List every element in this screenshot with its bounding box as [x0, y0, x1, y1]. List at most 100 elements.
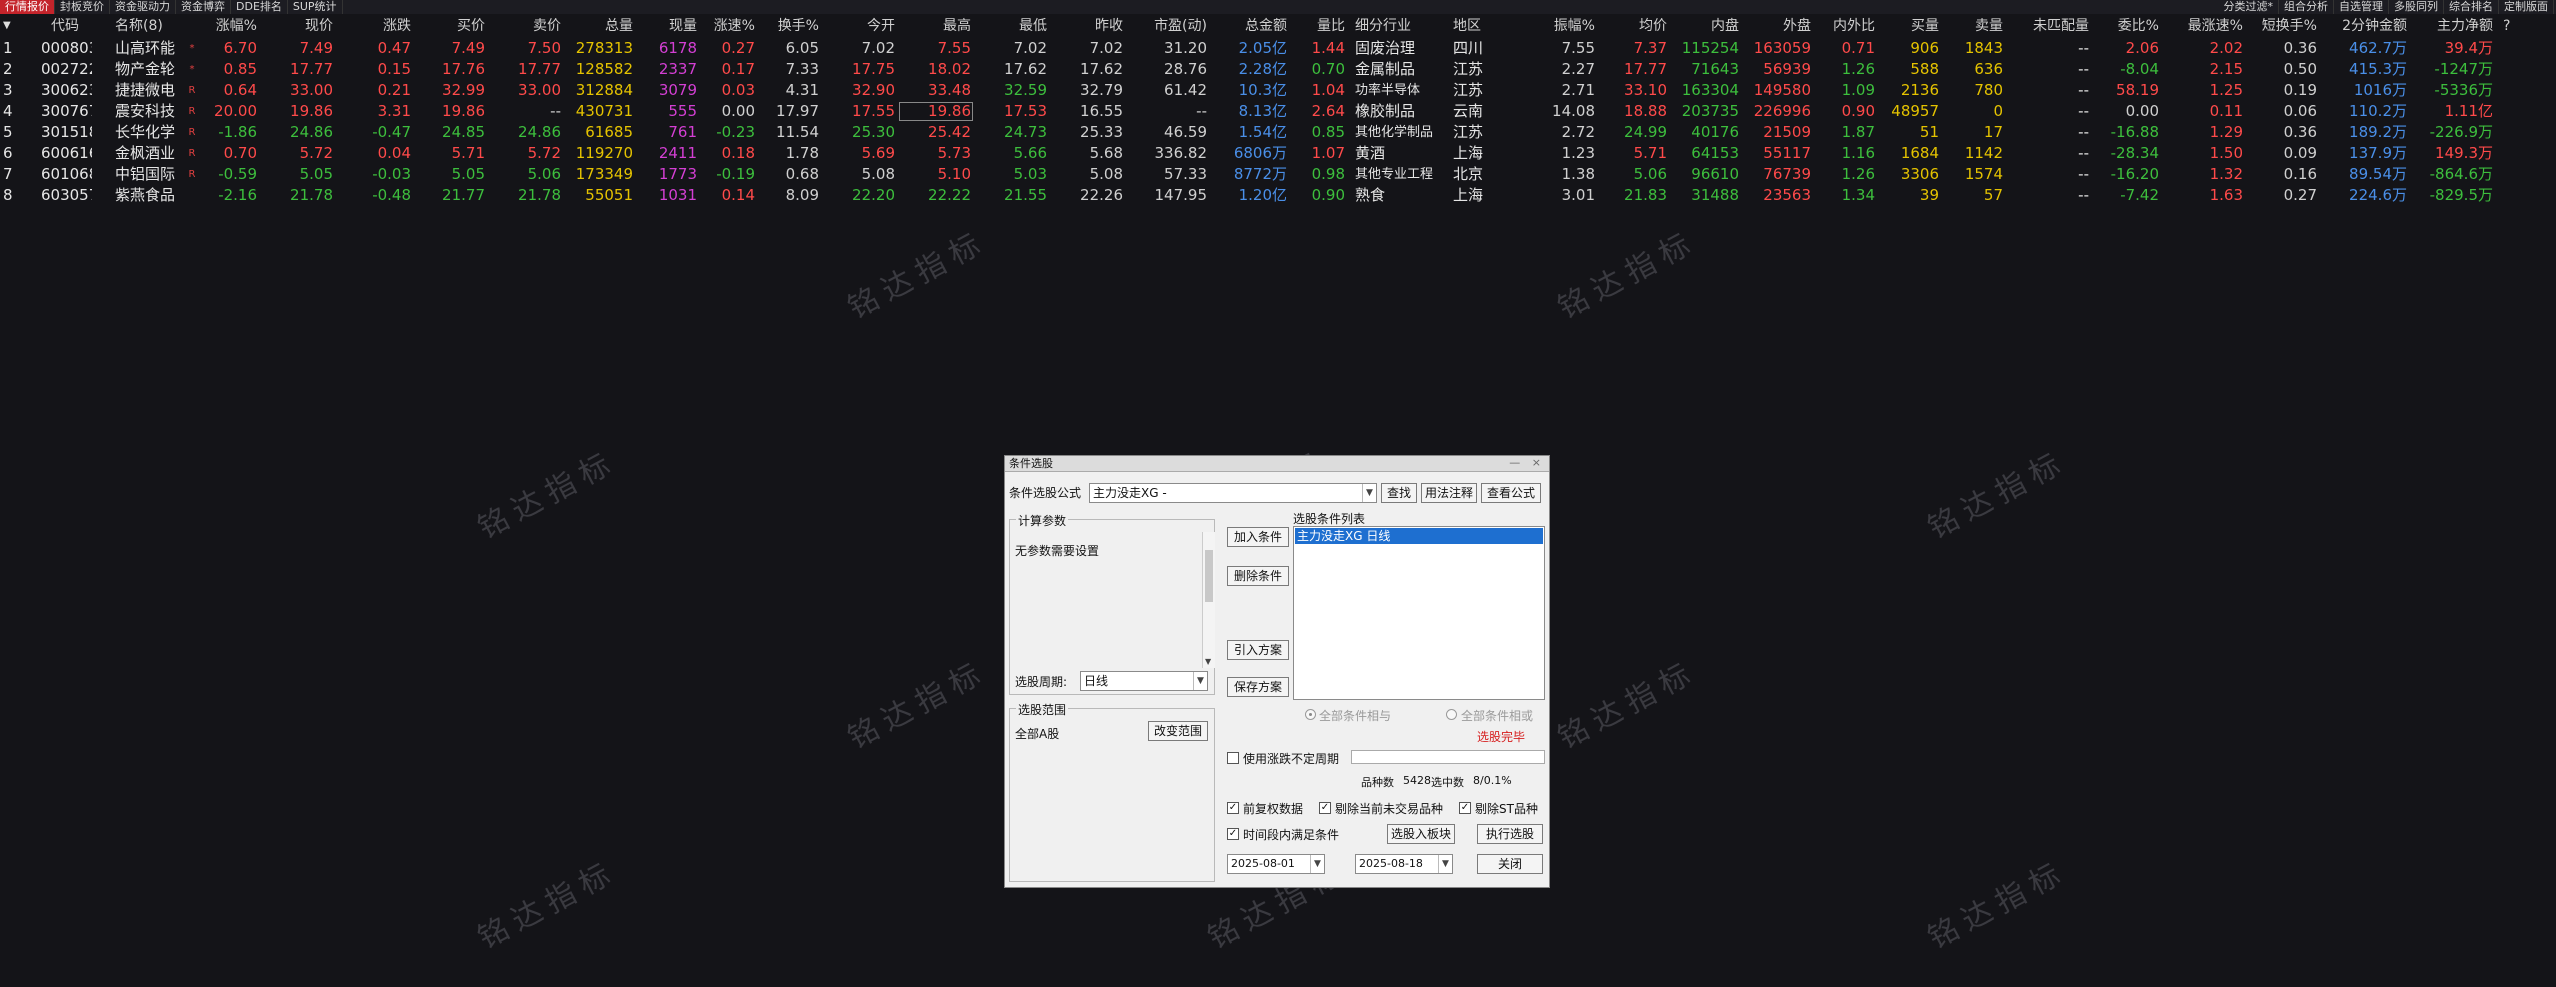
cell-chg: 0.21 — [377, 81, 411, 99]
col-outer[interactable]: 外盘 — [1742, 16, 1814, 36]
col-wb[interactable]: 委比% — [2092, 16, 2162, 36]
tab-category-filter[interactable]: 分类过滤* — [2219, 0, 2279, 14]
col-area[interactable]: 地区 — [1450, 16, 1510, 36]
col-pe[interactable]: 市盈(动) — [1126, 16, 1210, 36]
tab-dde-rank[interactable]: DDE排名 — [231, 0, 288, 14]
period-select[interactable]: 日线 ▼ — [1080, 671, 1208, 691]
col-name[interactable]: 名称(8) — [112, 16, 192, 36]
table-row[interactable]: 4300767震安科技R20.0019.863.3119.86--4307315… — [0, 101, 2556, 122]
cell-bid: 17.76 — [442, 60, 485, 78]
col-bid[interactable]: 买价 — [414, 16, 488, 36]
col-avg[interactable]: 均价 — [1598, 16, 1670, 36]
uncertain-period-checkbox[interactable] — [1227, 752, 1239, 764]
col-vol[interactable]: 总量 — [564, 16, 636, 36]
chevron-down-icon[interactable]: ▼ — [1362, 484, 1376, 502]
col-unmatched[interactable]: 未匹配量 — [2006, 16, 2092, 36]
chevron-down-icon[interactable]: ▼ — [1310, 855, 1324, 873]
tab-fund-game[interactable]: 资金博弈 — [176, 0, 231, 14]
col-vr[interactable]: 量比 — [1290, 16, 1348, 36]
cell-cur: 2411 — [658, 144, 697, 162]
chevron-down-icon[interactable]: ▼ — [1438, 855, 1452, 873]
col-industry[interactable]: 细分行业 — [1352, 16, 1448, 36]
save-scheme-button[interactable]: 保存方案 — [1227, 677, 1289, 697]
exclude-st-checkbox[interactable]: ✓ — [1459, 802, 1471, 814]
col-amt2m[interactable]: 2分钟金额 — [2320, 16, 2410, 36]
cell-idx: 3 — [3, 81, 13, 99]
tab-multi-stock[interactable]: 多股同列 — [2389, 0, 2444, 14]
col-code[interactable]: 代码 — [38, 16, 92, 36]
window-controls[interactable]: — × — [1509, 456, 1545, 469]
radio-or-label: 全部条件相或 — [1461, 709, 1534, 723]
col-bvol[interactable]: 买量 — [1878, 16, 1942, 36]
table-row[interactable]: 7601068中铝国际R-0.595.05-0.035.055.06173349… — [0, 164, 2556, 185]
col-amp[interactable]: 振幅% — [1536, 16, 1598, 36]
scroll-thumb[interactable] — [1205, 550, 1213, 602]
cell-ask: 33.00 — [518, 81, 561, 99]
delete-condition-button[interactable]: 删除条件 — [1227, 566, 1289, 586]
chevron-down-icon[interactable]: ▼ — [1193, 672, 1207, 690]
radio-and[interactable] — [1305, 709, 1316, 720]
col-low[interactable]: 最低 — [974, 16, 1050, 36]
add-condition-button[interactable]: 加入条件 — [1227, 527, 1289, 547]
col-inner[interactable]: 内盘 — [1670, 16, 1742, 36]
scroll-down-icon[interactable]: ▼ — [1205, 657, 1211, 666]
cell-vol: 278313 — [575, 39, 633, 57]
tab-custom-layout[interactable]: 定制版面 — [2499, 0, 2554, 14]
table-row[interactable]: 3300623捷捷微电R0.6433.000.2132.9933.0031288… — [0, 80, 2556, 101]
col-open[interactable]: 今开 — [822, 16, 898, 36]
col-amount[interactable]: 总金额 — [1210, 16, 1290, 36]
cell-open: 5.69 — [861, 144, 895, 162]
exclude-untraded-checkbox[interactable]: ✓ — [1319, 802, 1331, 814]
tab-watchlist-manage[interactable]: 自选管理 — [2334, 0, 2389, 14]
import-scheme-button[interactable]: 引入方案 — [1227, 640, 1289, 660]
cell-unmatched: -- — [2078, 123, 2089, 141]
condition-list[interactable]: 主力没走XG 日线 — [1293, 526, 1545, 700]
sort-indicator-icon[interactable]: ▼ — [0, 16, 16, 36]
table-row[interactable]: 1000803山高环能*6.707.490.477.497.5027831361… — [0, 38, 2556, 59]
col-prev[interactable]: 昨收 — [1050, 16, 1126, 36]
search-button[interactable]: 查找 — [1381, 483, 1417, 503]
add-to-block-button[interactable]: 选股入板块 — [1387, 824, 1455, 844]
adjust-data-checkbox[interactable]: ✓ — [1227, 802, 1239, 814]
cell-prev: 16.55 — [1080, 102, 1123, 120]
col-maxspd[interactable]: 最涨速% — [2162, 16, 2246, 36]
top-toolbar: 行情报价 封板竞价 资金驱动力 资金博弈 DDE排名 SUP统计 分类过滤* 组合分析 自选管… — [0, 0, 2556, 14]
col-turn[interactable]: 换手% — [758, 16, 822, 36]
col-pct[interactable]: 涨幅% — [192, 16, 260, 36]
tab-sup-stats[interactable]: SUP统计 — [288, 0, 343, 14]
table-row[interactable]: 8 603057 紫燕食品 -2.16 21.78 -0.48 21.77 21.78 5505… — [0, 185, 2556, 206]
col-ask[interactable]: 卖价 — [488, 16, 564, 36]
col-chg[interactable]: 涨跌 — [336, 16, 414, 36]
time-period-checkbox[interactable]: ✓ — [1227, 828, 1239, 840]
date-from-picker[interactable]: 2025-08-01 ▼ — [1227, 854, 1325, 874]
change-range-button[interactable]: 改变范围 — [1148, 721, 1208, 741]
cell-pct: 0.70 — [223, 144, 257, 162]
tab-overall-rank[interactable]: 综合排名 — [2444, 0, 2499, 14]
params-scrollbar[interactable]: ▼ — [1202, 532, 1215, 668]
col-cur[interactable]: 现量 — [636, 16, 700, 36]
date-to-picker[interactable]: 2025-08-18 ▼ — [1355, 854, 1453, 874]
table-row[interactable]: 6600616金枫酒业R0.705.720.045.715.7211927024… — [0, 143, 2556, 164]
table-row[interactable]: 5301518长华化学R-1.8624.86-0.4724.8524.86616… — [0, 122, 2556, 143]
col-io[interactable]: 内外比 — [1814, 16, 1878, 36]
cell-outer: 55117 — [1763, 144, 1811, 162]
col-high[interactable]: 最高 — [898, 16, 974, 36]
col-price[interactable]: 现价 — [266, 16, 336, 36]
col-speed[interactable]: 涨速% — [700, 16, 758, 36]
tab-fund-drive[interactable]: 资金驱动力 — [110, 0, 176, 14]
view-formula-button[interactable]: 查看公式 — [1481, 483, 1541, 503]
col-netflow[interactable]: 主力净额 — [2410, 16, 2496, 36]
radio-or[interactable] — [1446, 709, 1457, 720]
tab-portfolio-analysis[interactable]: 组合分析 — [2279, 0, 2334, 14]
formula-select[interactable]: 主力没走XG - ▼ — [1089, 483, 1377, 503]
col-more[interactable]: ? — [2500, 16, 2520, 36]
condition-list-item[interactable]: 主力没走XG 日线 — [1295, 528, 1543, 544]
table-row[interactable]: 2002722物产金轮*0.8517.770.1517.7617.7712858… — [0, 59, 2556, 80]
col-short-turn[interactable]: 短换手% — [2246, 16, 2320, 36]
close-button[interactable]: 关闭 — [1477, 854, 1543, 874]
usage-notes-button[interactable]: 用法注释 — [1421, 483, 1477, 503]
tab-market-quote[interactable]: 行情报价 — [0, 0, 55, 14]
tab-limit-auction[interactable]: 封板竞价 — [55, 0, 110, 14]
col-svol[interactable]: 卖量 — [1942, 16, 2006, 36]
run-screen-button[interactable]: 执行选股 — [1477, 824, 1543, 844]
